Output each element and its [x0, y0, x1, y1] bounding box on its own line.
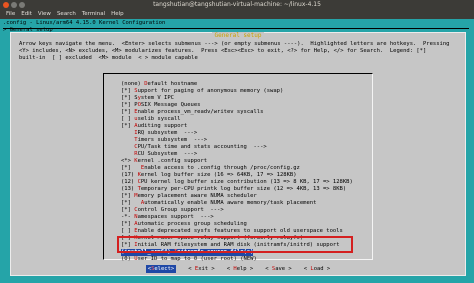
hotkey-letter: C	[134, 144, 138, 150]
menu-item[interactable]: [*] Enable process_vm_readv/writev sysca…	[121, 109, 401, 116]
menu-file[interactable]: File	[6, 10, 15, 19]
menu-view[interactable]: View	[38, 10, 51, 19]
menu-edit[interactable]: Edit	[21, 10, 32, 19]
header-divider	[3, 28, 469, 29]
button-hotkey: S	[151, 266, 155, 272]
menu-item[interactable]: (none) Default hostname	[121, 81, 401, 88]
menu-item[interactable]: [*] System V IPC	[121, 95, 401, 102]
hotkey-letter: C	[134, 207, 138, 213]
save-button[interactable]: < Save >	[265, 265, 292, 273]
hotkey-letter: A	[134, 123, 138, 129]
menu-item[interactable]: (0) User ID to map to 0 (user root) (NEW…	[121, 256, 401, 263]
menu-item[interactable]: Timers subsystem --->	[121, 137, 401, 144]
hotkey-letter: M	[134, 193, 138, 199]
minimize-window-button[interactable]	[11, 2, 17, 8]
config-path: .config - Linux/arm64 4.15.0 Kernel Conf…	[3, 20, 166, 26]
hotkey-letter: K	[134, 158, 138, 164]
menu-item[interactable]: [*] Auditing support	[121, 123, 401, 130]
button-hotkey: L	[310, 266, 314, 272]
menu-item[interactable]: [*] Memory placement aware NUMA schedule…	[121, 193, 401, 200]
select-button[interactable]: <Select>	[145, 265, 177, 273]
close-window-button[interactable]	[3, 2, 9, 8]
maximize-window-button[interactable]	[19, 2, 25, 8]
hotkey-letter: E	[134, 109, 138, 115]
menu-item[interactable]: IRQ subsystem --->	[121, 130, 401, 137]
hotkey-letter: A	[134, 221, 138, 227]
menu-item[interactable]: (17) Kernel log buffer size (16 => 64KB,…	[121, 172, 401, 179]
menu-item[interactable]: (12) CPU kernel log buffer size contribu…	[121, 179, 401, 186]
menu-item[interactable]: <*> Kernel .config support	[121, 158, 401, 165]
hotkey-letter: U	[134, 256, 138, 262]
window-controls	[3, 2, 25, 8]
menu-item[interactable]: [*] POSIX Message Queues	[121, 102, 401, 109]
hotkey-letter: T	[134, 137, 138, 143]
hotkey-letter: O	[137, 102, 141, 108]
menu-item[interactable]: [ ] Enable deprecated sysfs features to …	[121, 228, 401, 235]
help-text: Arrow keys navigate the menu. <Enter> se…	[19, 41, 450, 61]
hotkey-letter: R	[134, 151, 138, 157]
menubar: File Edit View Search Terminal Help	[0, 10, 474, 19]
help-button[interactable]: < Help >	[227, 265, 254, 273]
menu-item[interactable]: [*] Support for paging of anonymous memo…	[121, 88, 401, 95]
hotkey-letter: E	[134, 228, 138, 234]
menuconfig-dialog: General setup Arrow keys navigate the me…	[10, 32, 466, 276]
menu-search[interactable]: Search	[57, 10, 76, 19]
menu-item[interactable]: RCU Subsystem --->	[121, 151, 401, 158]
menu-item[interactable]: [*] Automatic process group scheduling	[121, 221, 401, 228]
load-button[interactable]: < Load >	[304, 265, 331, 273]
hotkey-letter: u	[134, 116, 138, 122]
annotation-highlight-box	[117, 236, 353, 253]
menu-item[interactable]: [*] Enable access to .config through /pr…	[121, 165, 401, 172]
hotkey-letter: N	[134, 214, 138, 220]
menu-item[interactable]: [*] Automatically enable NUMA aware memo…	[121, 200, 401, 207]
hotkey-letter: I	[134, 130, 138, 136]
hotkey-letter: C	[137, 179, 141, 185]
menu-item[interactable]: CPU/Task time and stats accounting --->	[121, 144, 401, 151]
menu-item[interactable]: [ ] uselib syscall	[121, 116, 401, 123]
menu-item[interactable]: -*- Namespaces support --->	[121, 214, 401, 221]
button-bar: <Select> < Exit > < Help > < Save > < Load >	[11, 265, 465, 273]
button-hotkey: S	[271, 266, 276, 272]
menu-item[interactable]: [*] Control Group support --->	[121, 207, 401, 214]
hotkey-letter: K	[137, 172, 141, 178]
button-hotkey: H	[233, 266, 237, 272]
dialog-title-bar: General setup	[11, 32, 465, 39]
window-titlebar: tangshutian@tangshutian-virtual-machine:…	[0, 0, 474, 10]
hotkey-letter: A	[140, 200, 145, 206]
hotkey-letter: T	[137, 186, 141, 192]
button-hotkey: E	[194, 266, 199, 272]
exit-button[interactable]: < Exit >	[188, 265, 215, 273]
dialog-title: General setup	[211, 32, 265, 39]
menu-help[interactable]: Help	[111, 10, 124, 19]
menu-terminal[interactable]: Terminal	[82, 10, 105, 19]
menu-item[interactable]: (13) Temporary per-CPU printk log buffer…	[121, 186, 401, 193]
hotkey-letter: E	[140, 165, 145, 171]
window-title: tangshutian@tangshutian-virtual-machine:…	[153, 1, 321, 8]
terminal-area[interactable]: .config - Linux/arm64 4.15.0 Kernel Conf…	[0, 19, 474, 283]
hotkey-letter: S	[134, 88, 138, 94]
hotkey-letter: D	[144, 81, 148, 87]
hotkey-letter: y	[137, 95, 141, 101]
